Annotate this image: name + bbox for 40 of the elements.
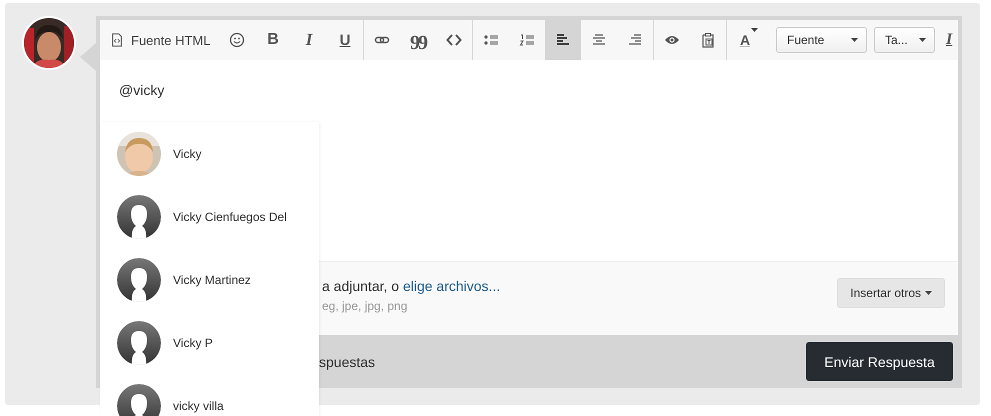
smiley-icon	[229, 32, 245, 48]
caret-icon	[925, 291, 932, 295]
user-name: vicky villa	[173, 399, 224, 413]
text-color-button[interactable]: A	[727, 20, 763, 60]
dropdown-select[interactable]: Ta...	[874, 27, 935, 53]
quote-button[interactable]: 99	[400, 20, 436, 60]
clipboard-icon	[700, 32, 716, 48]
mention-item[interactable]: Vicky	[100, 122, 319, 186]
footer-text: spuestas	[319, 354, 376, 370]
caret-icon	[751, 28, 758, 32]
align-left-button[interactable]	[545, 20, 581, 60]
bold-button[interactable]: B	[255, 20, 291, 60]
avatar-silhouette-icon	[117, 321, 161, 365]
underline-button[interactable]: U	[327, 20, 363, 60]
clear-format-button[interactable]: I	[946, 20, 958, 60]
italic-button[interactable]: I	[291, 20, 327, 60]
caret-icon	[919, 38, 926, 42]
attach-hint: a adjuntar, o elige archivos...	[322, 278, 500, 294]
mention-item[interactable]: Vicky Martinez	[100, 248, 319, 312]
user-name: Vicky	[173, 147, 202, 161]
file-types: eg, jpe, jpg, png	[322, 299, 408, 313]
avatar-silhouette-icon	[117, 258, 161, 302]
html-source-button[interactable]: Fuente HTML	[100, 20, 219, 60]
mention-item[interactable]: Vicky P	[100, 311, 319, 375]
mention-item[interactable]: Vicky Cienfuegos Del	[100, 185, 319, 249]
numbered-list-icon	[519, 32, 535, 48]
user-name: Vicky Martinez	[173, 273, 251, 287]
user-name: Vicky P	[173, 336, 213, 350]
mention-item[interactable]: vicky villa	[100, 374, 319, 416]
send-reply-button[interactable]: Enviar Respuesta	[806, 342, 953, 381]
caret-icon	[851, 38, 858, 42]
choose-files-link[interactable]: elige archivos...	[402, 278, 500, 294]
dropdown-select[interactable]: Fuente	[776, 27, 867, 53]
align-left-icon	[555, 32, 571, 48]
insert-other-button[interactable]: Insertar otros	[837, 278, 945, 308]
file-code-icon	[110, 33, 124, 47]
editor-text: @vicky	[119, 82, 164, 98]
avatar-silhouette-icon	[117, 195, 161, 239]
code-icon	[446, 32, 462, 48]
user-name: Vicky Cienfuegos Del	[173, 210, 287, 224]
